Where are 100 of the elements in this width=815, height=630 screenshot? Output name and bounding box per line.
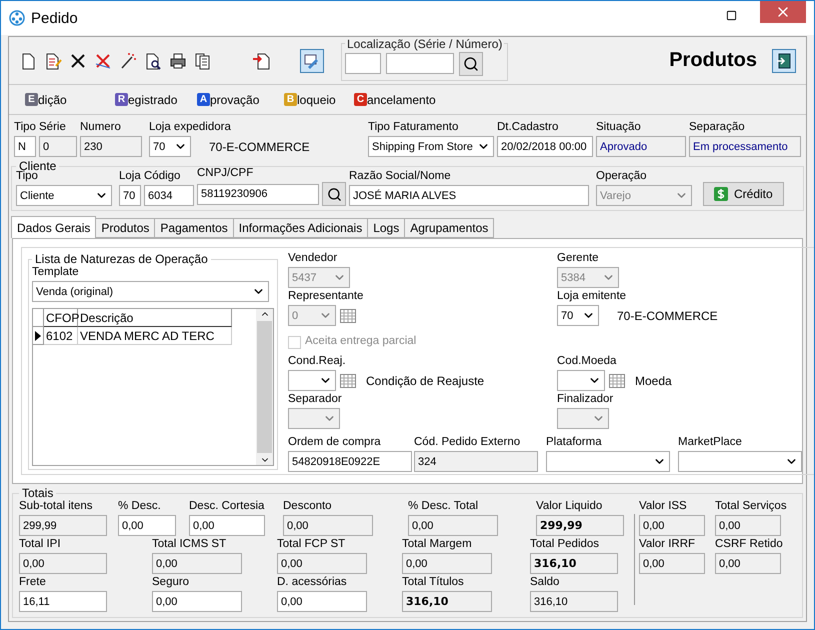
field-label: Total Pedidos bbox=[530, 538, 600, 552]
tab[interactable]: Logs bbox=[367, 218, 406, 238]
crossed-lines-icon[interactable] bbox=[94, 52, 112, 70]
field-label: D. acessórias bbox=[277, 576, 348, 590]
scrollbar[interactable] bbox=[256, 309, 273, 465]
series-field[interactable] bbox=[345, 53, 381, 74]
caption-text: Condição de Reajuste bbox=[366, 372, 484, 390]
window-title: Pedido bbox=[31, 10, 79, 26]
field-label: Frete bbox=[19, 576, 47, 590]
credit-button[interactable]: Crédito bbox=[703, 182, 784, 206]
text-field[interactable]: 58119230906 bbox=[197, 184, 319, 204]
readonly-field: 0,00 bbox=[639, 553, 705, 574]
calendar-icon[interactable] bbox=[609, 374, 625, 388]
readonly-field: 299,99 bbox=[536, 515, 624, 536]
status-step[interactable]: E dição bbox=[25, 92, 115, 106]
field-label: Desc. Cortesia bbox=[189, 500, 266, 514]
readonly-field: 0,00 bbox=[715, 515, 781, 536]
search-button[interactable] bbox=[459, 52, 483, 76]
step-letter-icon: C bbox=[354, 93, 367, 106]
dropdown[interactable]: Shipping From Store bbox=[368, 136, 494, 157]
x-mark-icon[interactable] bbox=[69, 52, 87, 70]
caption-text: 70-E-COMMERCE bbox=[209, 138, 310, 156]
group-title: Totais bbox=[21, 486, 54, 500]
field-label: Desconto bbox=[283, 500, 333, 514]
status-step[interactable]: A provação bbox=[197, 92, 284, 106]
step-letter-icon: A bbox=[197, 93, 210, 106]
dropdown[interactable]: Venda (original) bbox=[32, 281, 269, 302]
readonly-field: 0,00 bbox=[408, 515, 498, 536]
dropdown[interactable]: 70 bbox=[149, 136, 191, 157]
text-field[interactable]: 16,11 bbox=[19, 591, 107, 612]
search-button[interactable] bbox=[322, 182, 346, 206]
documents-icon[interactable] bbox=[194, 52, 212, 70]
maximize-icon bbox=[726, 10, 736, 20]
field-label: Total Títulos bbox=[402, 576, 465, 590]
text-field[interactable]: 0,00 bbox=[189, 515, 265, 536]
app-icon bbox=[9, 10, 25, 26]
search-icon bbox=[463, 56, 479, 72]
tab[interactable]: Agrupamentos bbox=[404, 218, 494, 238]
field-label: Sub-total itens bbox=[19, 500, 94, 514]
readonly-field: 316,10 bbox=[530, 553, 618, 574]
field-label: Total Serviços bbox=[715, 500, 788, 514]
field-label: Vendedor bbox=[288, 252, 338, 266]
spellcheck-icon bbox=[304, 52, 320, 68]
text-field[interactable]: 0,00 bbox=[152, 591, 242, 612]
dropdown[interactable]: Cliente bbox=[16, 185, 112, 206]
text-field[interactable]: 20/02/2018 00:00 bbox=[497, 136, 593, 157]
readonly-field: 0,00 bbox=[283, 515, 373, 536]
exit-button[interactable] bbox=[772, 48, 796, 72]
column-header[interactable]: CFOP bbox=[44, 309, 78, 327]
field-label: Cond.Reaj. bbox=[288, 355, 347, 369]
field-label: Plataforma bbox=[546, 436, 603, 450]
dropdown[interactable]: 70 bbox=[557, 305, 599, 326]
document-arrow-icon[interactable] bbox=[252, 52, 270, 70]
tab[interactable]: Pagamentos bbox=[154, 218, 234, 238]
readonly-field: 299,99 bbox=[19, 515, 107, 536]
text-field[interactable]: 0,00 bbox=[118, 515, 176, 536]
tab[interactable]: Produtos bbox=[95, 218, 156, 238]
text-field[interactable]: JOSÉ MARIA ALVES bbox=[349, 185, 589, 206]
calendar-icon[interactable] bbox=[340, 374, 356, 388]
field-label: Total FCP ST bbox=[277, 538, 346, 552]
locator-label: Localização (Série / Número) bbox=[346, 36, 504, 50]
close-button[interactable] bbox=[760, 1, 806, 23]
calendar-icon[interactable] bbox=[340, 308, 356, 322]
field-label: Template bbox=[32, 266, 80, 280]
field-label: Gerente bbox=[557, 252, 600, 266]
field-label: % Desc. Total bbox=[408, 500, 480, 514]
printer-icon[interactable] bbox=[169, 52, 187, 70]
text-field[interactable]: 6034 bbox=[144, 185, 194, 206]
status-field: Em processamento bbox=[689, 136, 801, 157]
document-search-icon[interactable] bbox=[144, 52, 162, 70]
field-label: CSRF Retido bbox=[715, 538, 784, 552]
field-label: Situação bbox=[596, 121, 642, 135]
exit-icon bbox=[776, 52, 792, 68]
table-cell: 6102 bbox=[44, 327, 78, 345]
field-label: Série bbox=[39, 121, 67, 135]
status-step[interactable]: C ancelamento bbox=[354, 92, 464, 106]
field-label: Tipo Faturamento bbox=[368, 121, 460, 135]
magic-wand-icon[interactable] bbox=[119, 52, 137, 70]
text-field[interactable]: 54820918E0922E bbox=[288, 451, 412, 472]
readonly-field: 0,00 bbox=[152, 553, 242, 574]
column-header[interactable]: Descrição bbox=[78, 309, 232, 327]
caption-text: Moeda bbox=[635, 372, 672, 390]
field-label: Loja emitente bbox=[557, 290, 628, 304]
dollar-icon bbox=[714, 187, 728, 201]
tab[interactable]: Informações Adicionais bbox=[232, 218, 368, 238]
field-label: Loja bbox=[119, 170, 141, 184]
field-label: Total Margem bbox=[402, 538, 473, 552]
text-field[interactable]: N bbox=[14, 136, 36, 157]
text-field[interactable]: 0,00 bbox=[277, 591, 367, 612]
readonly-field: 0,00 bbox=[19, 553, 107, 574]
table-cell: VENDA MERC AD TERC bbox=[78, 327, 232, 345]
document-pencil-icon[interactable] bbox=[44, 52, 62, 70]
number-field[interactable] bbox=[386, 53, 454, 74]
text-field[interactable]: 70 bbox=[119, 185, 141, 206]
spellcheck-button[interactable] bbox=[300, 48, 324, 72]
field-label: Total IPI bbox=[19, 538, 62, 552]
field-label: Loja expedidora bbox=[149, 121, 232, 135]
tab[interactable]: Dados Gerais bbox=[11, 216, 96, 238]
status-step[interactable]: R egistrado bbox=[115, 92, 197, 106]
status-step[interactable]: B loqueio bbox=[284, 92, 354, 106]
